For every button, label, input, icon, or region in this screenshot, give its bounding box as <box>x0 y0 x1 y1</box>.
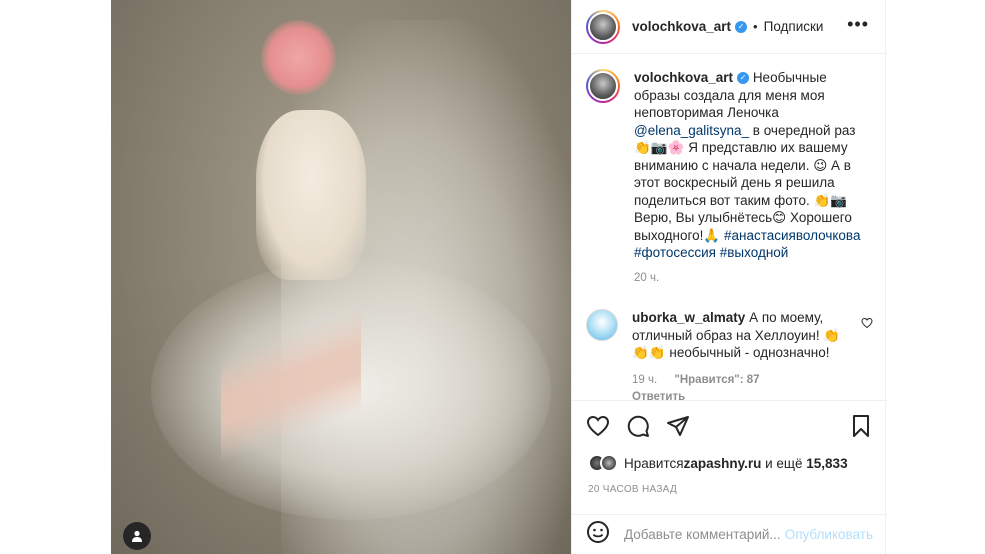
photo-dress <box>256 110 366 280</box>
comments-section[interactable]: volochkova_art ✓ Необычные образы создала… <box>572 55 887 400</box>
comment-time[interactable]: 19 ч. <box>632 374 657 386</box>
post-photo[interactable] <box>111 0 571 554</box>
photo-legs <box>221 280 361 490</box>
photo-hair <box>261 20 336 95</box>
caption-text: volochkova_art ✓ Необычные образы создала… <box>634 69 873 287</box>
heart-icon[interactable] <box>586 414 610 438</box>
liker-avatar[interactable] <box>600 454 618 472</box>
post-header: volochkova_art ✓ • Подписки ••• <box>572 0 887 54</box>
post-comment-button[interactable]: Опубликовать <box>785 527 873 542</box>
comment-icon[interactable] <box>626 414 650 438</box>
post-caption: volochkova_art ✓ Необычные образы создала… <box>586 69 873 287</box>
caption-emoji: 👏📷🌸 <box>634 140 685 155</box>
liker-username[interactable]: zapashny.ru <box>684 456 762 471</box>
emoji-icon[interactable] <box>586 520 610 549</box>
comment-meta: 19 ч. "Нравится": 87 Ответить <box>632 372 842 401</box>
commenter-avatar[interactable] <box>586 309 618 341</box>
likes-prefix: Нравится <box>624 455 684 471</box>
add-comment-bar: Добавьте комментарий... Опубликовать <box>572 514 887 554</box>
caption-time[interactable]: 20 ч. <box>634 270 873 288</box>
comment-item: uborka_w_almaty А по моему, отличный обр… <box>586 309 873 400</box>
likes-suffix: и ещё <box>761 455 807 471</box>
verified-icon: ✓ <box>735 20 748 33</box>
comment-heart-icon[interactable] <box>861 317 873 332</box>
likes-count[interactable]: 15,833 <box>806 456 847 471</box>
user-tag-icon[interactable] <box>123 522 151 550</box>
hashtag-link[interactable]: #анастасияволочкова <box>724 228 860 243</box>
following-button[interactable]: Подписки <box>764 19 824 34</box>
hashtag-link[interactable]: #фотосессия <box>634 245 716 260</box>
caption-avatar[interactable] <box>586 69 620 103</box>
verified-icon: ✓ <box>737 72 750 85</box>
comment-text: uborka_w_almaty А по моему, отличный обр… <box>632 309 842 400</box>
share-icon[interactable] <box>666 414 690 438</box>
mention-link[interactable]: @elena_galitsyna_ <box>634 123 749 138</box>
reply-button[interactable]: Ответить <box>632 391 685 400</box>
author-avatar[interactable] <box>586 9 620 44</box>
commenter-username[interactable]: uborka_w_almaty <box>632 310 745 325</box>
hashtag-link[interactable]: #выходной <box>720 245 789 260</box>
caption-username[interactable]: volochkova_art <box>634 70 733 85</box>
action-bar <box>572 400 887 450</box>
comment-input[interactable]: Добавьте комментарий... <box>624 527 785 542</box>
comment-likes[interactable]: "Нравится": 87 <box>674 374 759 386</box>
bookmark-icon[interactable] <box>849 414 873 438</box>
separator-dot: • <box>753 19 758 34</box>
caption-line2: в очередной раз <box>749 122 856 138</box>
likes-summary: Нравится zapashny.ru и ещё 15,833 <box>588 454 848 472</box>
post-date[interactable]: 20 ЧАСОВ НАЗАД <box>588 484 677 495</box>
post-sidebar: volochkova_art ✓ • Подписки ••• volochko… <box>571 0 887 554</box>
more-options-icon[interactable]: ••• <box>847 14 869 35</box>
author-username[interactable]: volochkova_art <box>632 19 731 34</box>
